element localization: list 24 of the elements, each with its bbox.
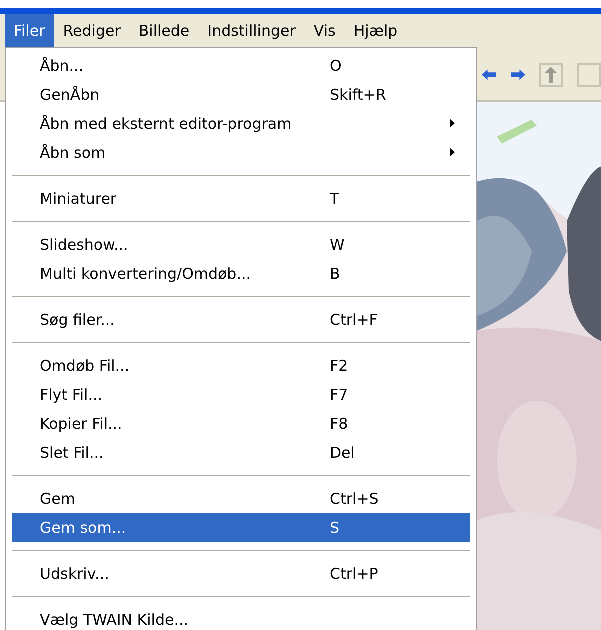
menu-item[interactable]: Gem Ctrl+S: [12, 484, 470, 513]
menu-bar-item[interactable]: Billede: [130, 14, 199, 47]
menu-item[interactable]: Udskriv... Ctrl+P: [12, 559, 470, 588]
menu-item[interactable]: Miniaturer T: [12, 184, 470, 213]
menu-bar-item[interactable]: Vis: [304, 14, 345, 47]
menu-item[interactable]: Åbn... O: [12, 51, 470, 80]
menu-item[interactable]: Åbn som: [12, 138, 470, 167]
menu-bar-item[interactable]: Filer: [5, 14, 54, 47]
menu-item[interactable]: Omdøb Fil... F2: [12, 351, 470, 380]
menu-item[interactable]: Multi konvertering/Omdøb... B: [12, 259, 470, 288]
menu-item[interactable]: GenÅbn Skift+R: [12, 80, 470, 109]
menu-item[interactable]: Slet Fil... Del: [12, 438, 470, 467]
up-arrow-button[interactable]: [539, 63, 563, 87]
menu-item[interactable]: Flyt Fil... F7: [12, 380, 470, 409]
menu-item[interactable]: Vælg TWAIN Kilde...: [12, 605, 470, 630]
menu-item[interactable]: Gem som... S: [12, 513, 470, 542]
menu-item[interactable]: Søg filer... Ctrl+F: [12, 305, 470, 334]
menu-bar-item[interactable]: Hjælp: [344, 14, 407, 47]
menu-item[interactable]: Slideshow... W: [12, 230, 470, 259]
menu-item[interactable]: Åbn med eksternt editor-program: [12, 109, 470, 138]
menu-item[interactable]: Kopier Fil... F8: [12, 409, 470, 438]
menu-bar-item[interactable]: Indstillinger: [198, 14, 305, 47]
menu-bar-item[interactable]: Rediger: [54, 14, 130, 47]
up-arrow-icon: [545, 67, 557, 83]
